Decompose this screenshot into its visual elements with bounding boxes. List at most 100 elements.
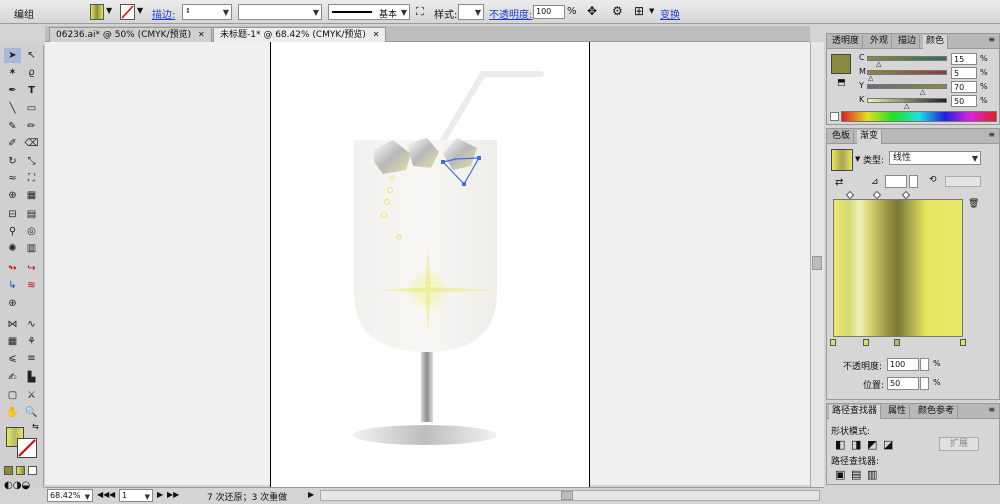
- midpoint-diamond[interactable]: [872, 190, 882, 200]
- selection-tool-icon[interactable]: ➤: [4, 48, 21, 63]
- midpoint-diamond[interactable]: [901, 190, 911, 200]
- swap-colors-icon[interactable]: ⇆: [32, 422, 39, 431]
- angle-input[interactable]: [885, 175, 907, 188]
- zoom-tool-icon[interactable]: 🔍: [23, 405, 40, 420]
- merge-icon[interactable]: ▥: [867, 468, 877, 481]
- magic-wand-icon[interactable]: ✶: [4, 65, 21, 80]
- gear-icon[interactable]: ⚙: [612, 4, 623, 18]
- align-icon[interactable]: ⊞: [634, 4, 644, 18]
- opacity-input[interactable]: 100: [533, 5, 565, 19]
- fill-swatch[interactable]: [90, 4, 104, 20]
- chevron-down-icon[interactable]: ▼: [85, 491, 90, 503]
- scroll-thumb[interactable]: [812, 256, 822, 270]
- symbol-sprayer-icon[interactable]: ✺: [4, 241, 21, 256]
- doc-tab-1[interactable]: 06236.ai* @ 50% (CMYK/预览) ✕: [49, 27, 212, 42]
- panel-menu-icon[interactable]: ≡: [988, 405, 995, 414]
- brush-icon[interactable]: ⛶: [416, 5, 424, 19]
- hand-tool-icon[interactable]: ✋: [4, 405, 21, 420]
- hand-tool-alt-icon[interactable]: ⚘: [23, 334, 40, 349]
- next-page-icon[interactable]: ▶: [157, 490, 163, 499]
- brush-profile-select[interactable]: 基本 ▼: [328, 4, 410, 20]
- channel-k-thumb[interactable]: △: [904, 103, 909, 110]
- draw-mode-icon[interactable]: ◐◑◒: [4, 480, 30, 491]
- glass-stem-shape[interactable]: [421, 352, 433, 422]
- stop-opacity-input[interactable]: 100: [887, 358, 919, 371]
- column-graph-icon[interactable]: ⩽: [4, 351, 21, 366]
- none-mode-icon[interactable]: [28, 466, 37, 475]
- gradient-stop[interactable]: [960, 339, 966, 346]
- gradient-stop[interactable]: [863, 339, 869, 346]
- crosshair-icon[interactable]: ⊕: [4, 296, 21, 311]
- minus-front-icon[interactable]: ◨: [851, 438, 861, 451]
- variable-width-field[interactable]: ▼: [238, 4, 322, 20]
- panel-menu-icon[interactable]: ≡: [988, 130, 995, 139]
- chevron-down-icon[interactable]: ▼: [855, 155, 860, 163]
- close-icon[interactable]: ✕: [198, 30, 205, 39]
- recolor-icon[interactable]: ✥: [587, 4, 597, 18]
- blob-brush-icon[interactable]: ✐: [4, 136, 21, 151]
- chevron-down-icon[interactable]: ▼: [401, 8, 407, 17]
- gradient-stop[interactable]: [894, 339, 900, 346]
- tab-appearance[interactable]: 外观: [867, 35, 893, 49]
- chevron-down-icon[interactable]: ▼: [145, 491, 150, 503]
- channel-c-input[interactable]: 15: [951, 53, 977, 65]
- straw-shape[interactable]: [436, 71, 544, 150]
- expand-button[interactable]: 扩展: [939, 437, 979, 451]
- color-spectrum-bar[interactable]: [841, 111, 997, 122]
- scale-tool-icon[interactable]: ⤡: [23, 154, 40, 169]
- stroke-link[interactable]: 描边:: [152, 6, 175, 21]
- shape-builder-icon[interactable]: ⊕: [4, 188, 21, 203]
- eraser-icon[interactable]: ⌫: [23, 136, 40, 151]
- channel-y-thumb[interactable]: △: [920, 89, 925, 96]
- chevron-down-icon[interactable]: ▼: [223, 8, 229, 17]
- status-menu-icon[interactable]: ▶: [308, 490, 314, 499]
- perspective-grid-icon[interactable]: ⊟: [4, 207, 21, 222]
- midpoint-diamond[interactable]: [845, 190, 855, 200]
- channel-y-input[interactable]: 70: [951, 81, 977, 93]
- prev-page-icon[interactable]: ◀: [109, 490, 115, 499]
- reverse-gradient-icon[interactable]: ⇄: [835, 177, 843, 188]
- first-page-icon[interactable]: ◀◀: [97, 490, 109, 499]
- chevron-down-icon[interactable]: ▼: [313, 8, 319, 17]
- artboard[interactable]: [270, 42, 590, 487]
- stop-position-dropdown[interactable]: [920, 377, 929, 390]
- slice-tool-icon[interactable]: ∿: [23, 317, 40, 332]
- channel-m-slider[interactable]: [867, 70, 947, 75]
- free-transform-icon[interactable]: ⛶: [23, 171, 40, 186]
- glass-base-shape[interactable]: [353, 425, 497, 445]
- chevron-down-icon[interactable]: ▼: [972, 153, 978, 165]
- join-tool-icon[interactable]: ↳: [4, 278, 21, 293]
- line-tool-icon[interactable]: ╲: [4, 101, 21, 116]
- rotate-tool-icon[interactable]: ↻: [4, 154, 21, 169]
- tab-color-guide[interactable]: 颜色参考: [915, 405, 959, 419]
- warp-tool-icon[interactable]: ≈: [4, 171, 21, 186]
- anchor-point[interactable]: [477, 156, 481, 160]
- stroke-weight-field[interactable]: ⇕ ▼: [182, 4, 232, 20]
- stepper-icon[interactable]: ⇕: [185, 7, 191, 15]
- stop-opacity-dropdown[interactable]: [920, 358, 929, 371]
- chevron-down-icon[interactable]: ▼: [475, 8, 481, 17]
- trash-icon[interactable]: 🗑: [968, 199, 979, 209]
- direct-selection-tool-icon[interactable]: ↖: [23, 48, 40, 63]
- gradient-mode-icon[interactable]: [16, 466, 25, 475]
- stop-position-input[interactable]: 50: [887, 377, 919, 390]
- gradient-preview-swatch[interactable]: [831, 149, 853, 171]
- tab-color[interactable]: 颜色: [923, 35, 949, 49]
- graph-tool-icon[interactable]: ▥: [23, 241, 40, 256]
- type-tool-icon[interactable]: T: [23, 83, 40, 98]
- live-paint-icon[interactable]: ▦: [23, 188, 40, 203]
- stroke-swatch[interactable]: [120, 4, 135, 20]
- width-tool-icon[interactable]: ≋: [23, 278, 40, 293]
- slice-select-icon[interactable]: ▢: [4, 388, 21, 403]
- chevron-down-icon[interactable]: ▼: [137, 6, 143, 15]
- zoom-select[interactable]: 68.42% ▼: [47, 489, 93, 502]
- channel-c-thumb[interactable]: △: [876, 61, 881, 68]
- gradient-tool-icon[interactable]: ▤: [23, 207, 40, 222]
- pencil-icon[interactable]: ✏: [23, 119, 40, 134]
- out-of-gamut-icon[interactable]: ⬒: [837, 78, 846, 88]
- intersect-icon[interactable]: ◩: [867, 438, 877, 451]
- measure-tool-icon[interactable]: ✍: [4, 370, 21, 385]
- channel-k-input[interactable]: 50: [951, 95, 977, 107]
- page-select[interactable]: 1 ▼: [119, 489, 153, 502]
- paintbrush-icon[interactable]: ✎: [4, 119, 21, 134]
